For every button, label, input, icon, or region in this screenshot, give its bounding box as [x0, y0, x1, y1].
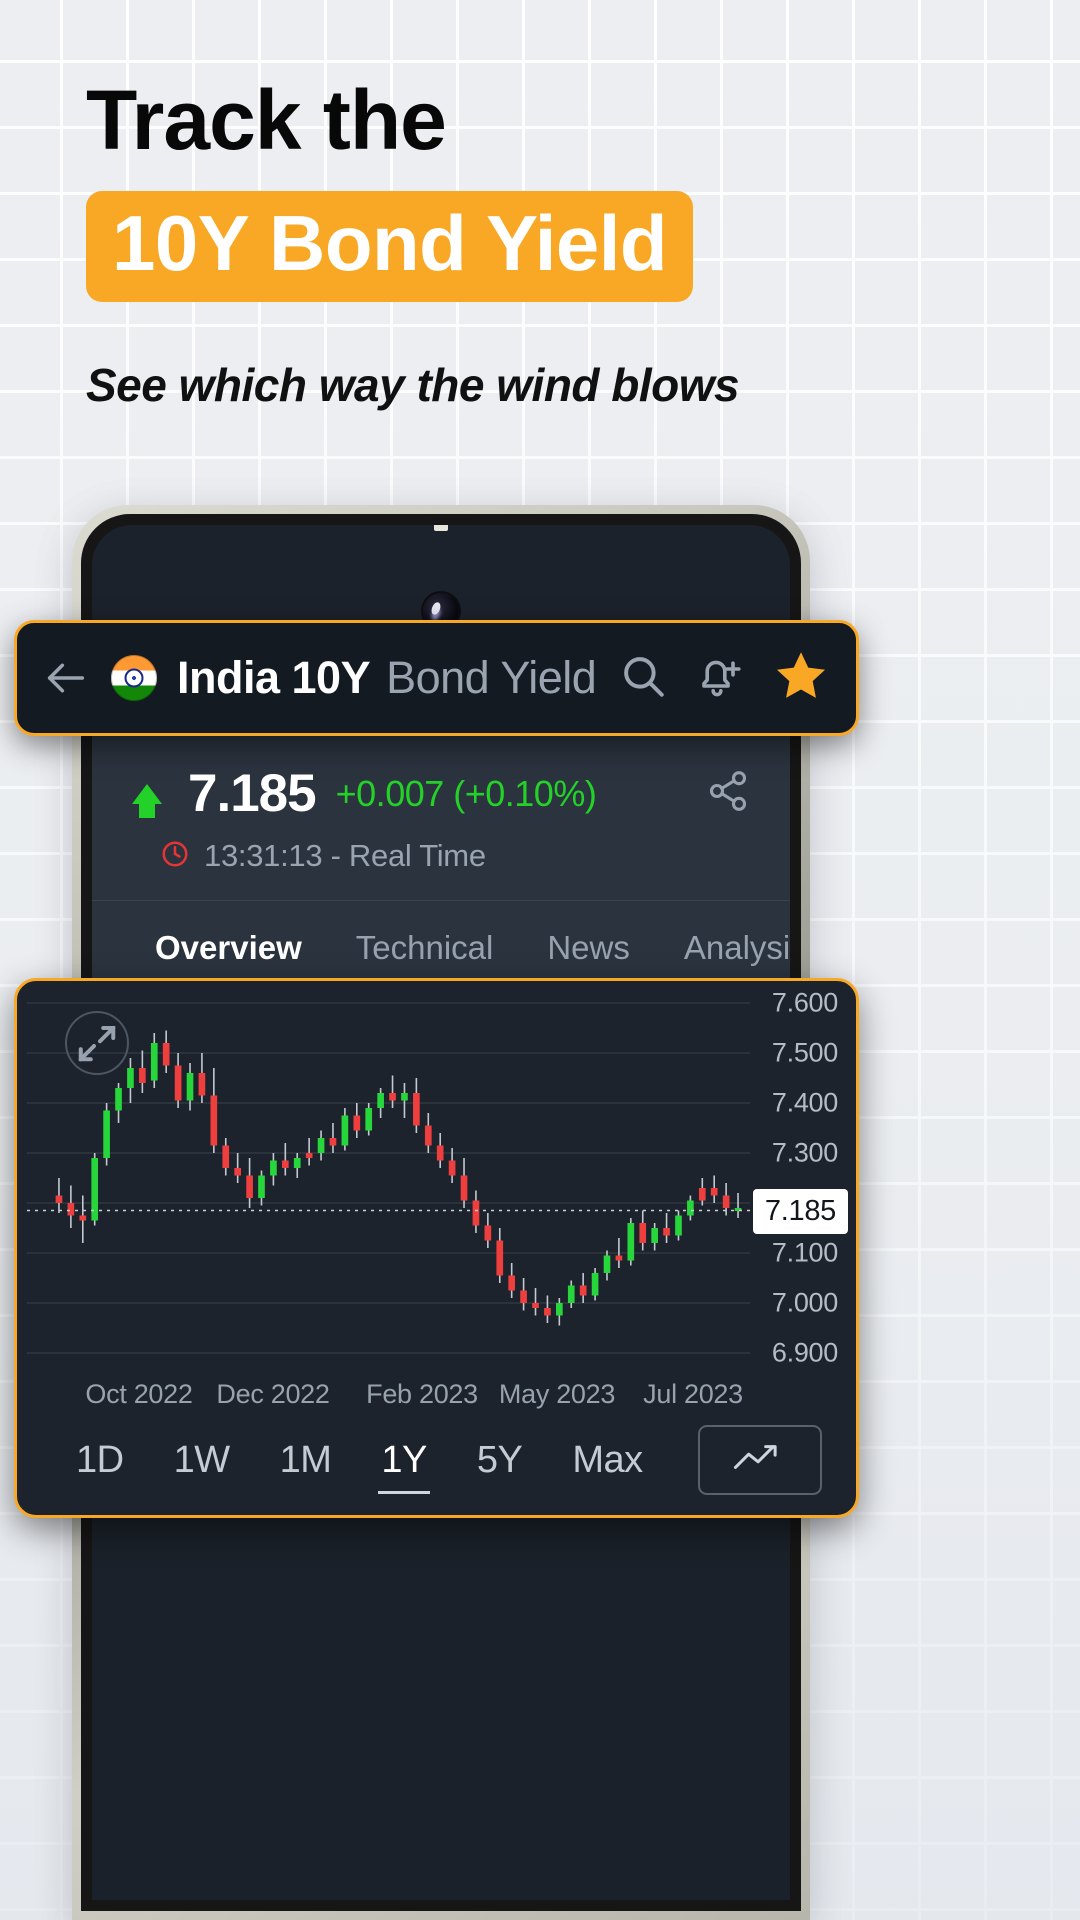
- phone-speaker: [434, 525, 448, 531]
- last-price-tag: 7.185: [753, 1189, 848, 1234]
- search-icon[interactable]: [618, 651, 668, 706]
- timeframe-1w[interactable]: 1W: [149, 1439, 255, 1482]
- share-icon[interactable]: [706, 769, 750, 818]
- quote-price-row: 7.185 +0.007 (+0.10%): [92, 735, 790, 828]
- y-axis-tick: 7.400: [772, 1088, 838, 1119]
- header-actions: [618, 648, 830, 709]
- promo-headline-block: Track the 10Y Bond Yield: [86, 78, 994, 302]
- promo-subheadline: See which way the wind blows: [86, 358, 739, 412]
- header-subtitle: Bond Yield: [386, 652, 596, 704]
- y-axis-labels: 7.6007.5007.4007.3007.2007.1007.0006.900: [736, 981, 844, 1381]
- quote-timestamp: 13:31:13 - Real Time: [204, 838, 486, 874]
- chart-card: 7.6007.5007.4007.3007.2007.1007.0006.900…: [14, 978, 859, 1518]
- promo-headline-badge: 10Y Bond Yield: [86, 191, 693, 302]
- y-axis-tick: 7.100: [772, 1238, 838, 1269]
- timeframe-selector: 1D 1W 1M 1Y 5Y Max: [17, 1405, 856, 1515]
- timeframe-1d[interactable]: 1D: [51, 1439, 149, 1482]
- timeframe-5y[interactable]: 5Y: [452, 1439, 547, 1482]
- line-chart-icon: [731, 1441, 789, 1480]
- clock-icon: [160, 839, 190, 874]
- y-axis-tick: 7.000: [772, 1288, 838, 1319]
- y-axis-tick: 7.300: [772, 1138, 838, 1169]
- y-axis-tick: 7.600: [772, 988, 838, 1019]
- timeframe-1m[interactable]: 1M: [255, 1439, 357, 1482]
- app-header-bar: India 10Y Bond Yield: [14, 620, 859, 736]
- y-axis-tick: 7.500: [772, 1038, 838, 1069]
- quote-price: 7.185: [188, 763, 316, 824]
- promo-headline-line1: Track the: [86, 78, 994, 162]
- expand-fullscreen-icon[interactable]: [65, 1011, 129, 1075]
- timeframe-max[interactable]: Max: [547, 1439, 667, 1482]
- header-title: India 10Y: [177, 652, 370, 704]
- quote-timestamp-row: 13:31:13 - Real Time: [92, 828, 790, 900]
- candlestick-chart[interactable]: [17, 981, 856, 1381]
- add-alert-icon[interactable]: [694, 651, 746, 706]
- back-arrow-icon[interactable]: [43, 658, 89, 698]
- chart-type-button[interactable]: [698, 1425, 822, 1495]
- arrow-up-icon: [132, 784, 162, 804]
- y-axis-tick: 6.900: [772, 1338, 838, 1369]
- timeframe-1y[interactable]: 1Y: [356, 1439, 451, 1482]
- india-flag-icon: [111, 655, 157, 701]
- star-icon[interactable]: [772, 648, 830, 709]
- quote-change: +0.007 (+0.10%): [336, 773, 597, 815]
